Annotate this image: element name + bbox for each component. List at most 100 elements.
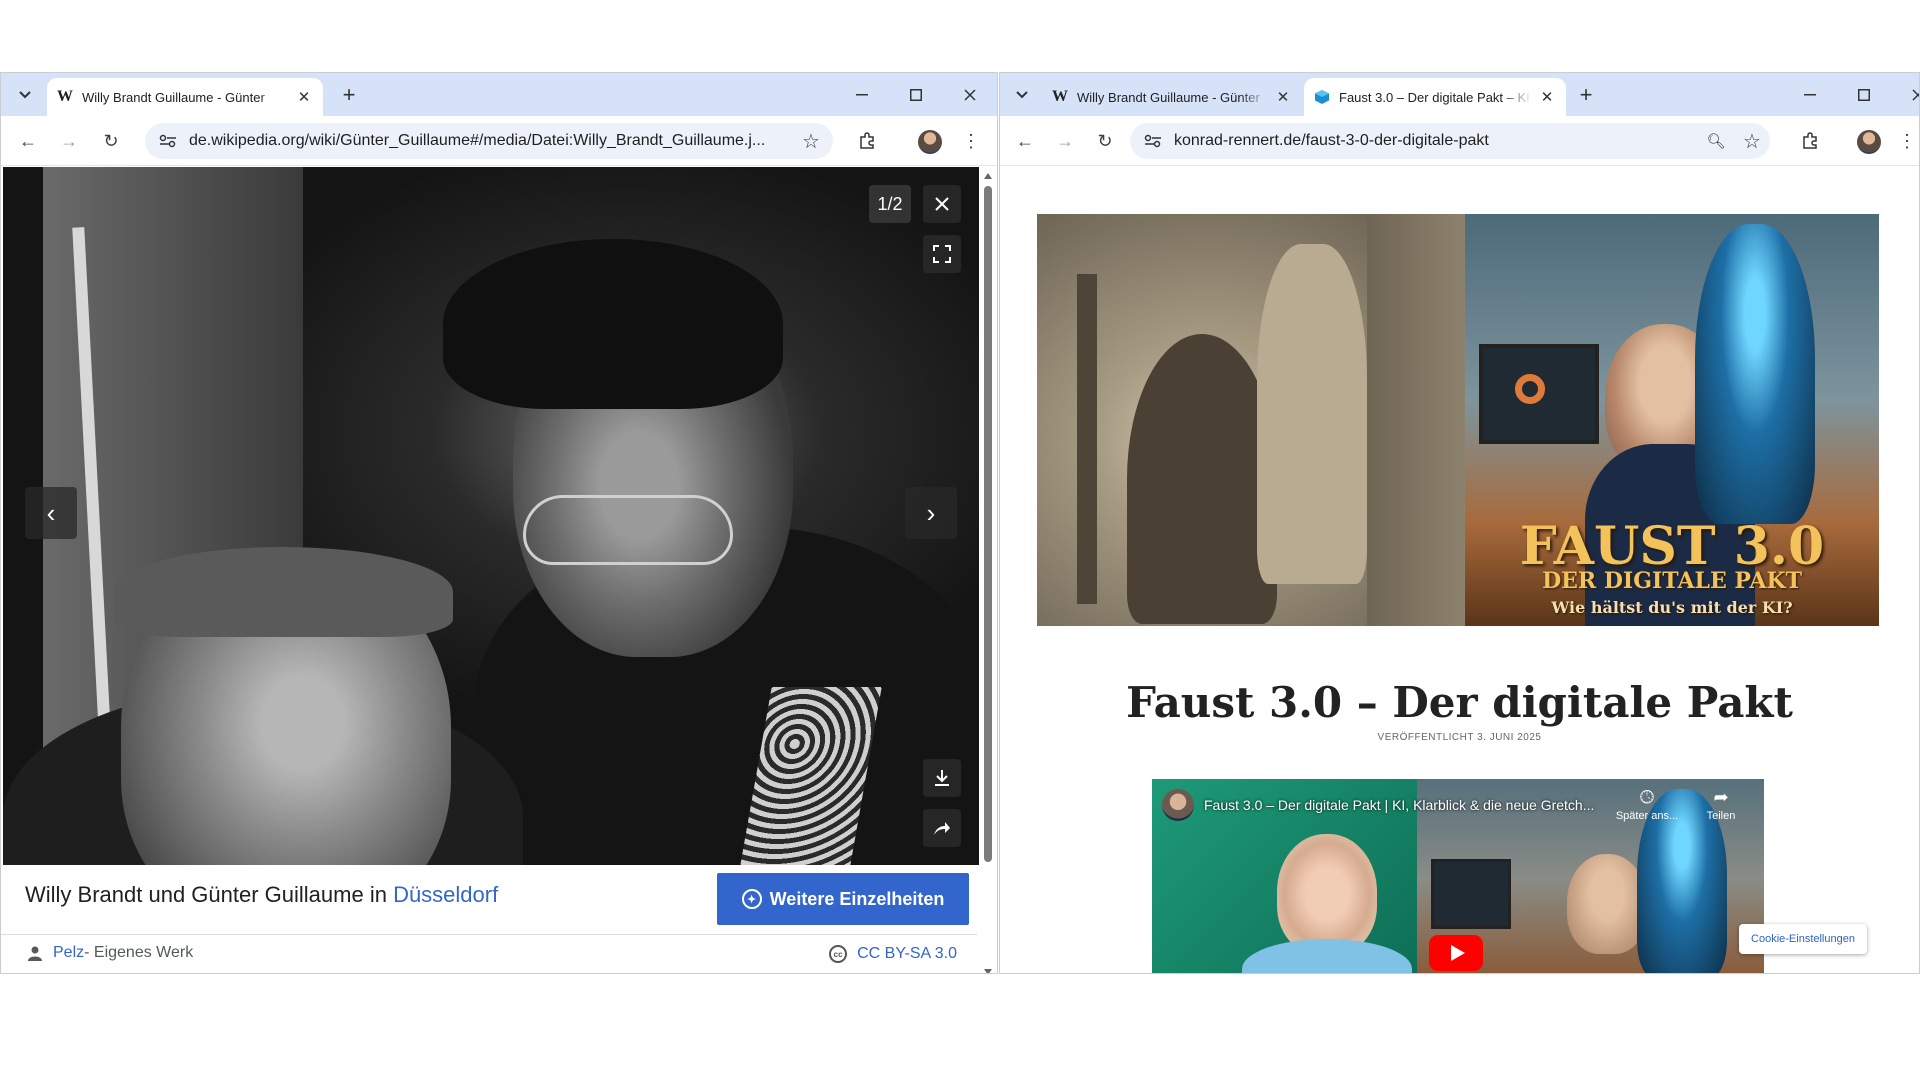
etching-mephisto-figure	[1257, 244, 1367, 584]
fullscreen-button[interactable]	[923, 235, 961, 273]
chevron-down-icon	[1016, 91, 1028, 99]
author-link[interactable]: Pelz	[53, 944, 84, 962]
back-button[interactable]: ←	[14, 127, 42, 155]
share-button[interactable]	[923, 809, 961, 847]
browser-window-faust: W Willy Brandt Guillaume - Günter ✕ Faus…	[999, 72, 1920, 974]
extensions-button[interactable]	[1796, 127, 1824, 155]
minimize-icon	[1804, 93, 1816, 95]
license-link[interactable]: cc CC BY-SA 3.0	[829, 945, 957, 963]
etching-background-right	[1367, 214, 1465, 626]
back-button[interactable]: ←	[1011, 127, 1039, 155]
close-window-button[interactable]	[1891, 73, 1919, 116]
new-tab-button[interactable]: +	[335, 81, 363, 109]
etching-chair-post	[1077, 274, 1097, 604]
youtube-embed[interactable]: Faust 3.0 – Der digitale Pakt | KI, Klar…	[1152, 779, 1764, 973]
zoom-icon[interactable]: 🔍︎	[1698, 132, 1734, 150]
maximize-icon	[1858, 88, 1870, 101]
video-woman-body	[1242, 939, 1412, 973]
browser-menu-button[interactable]: ⋮	[957, 127, 985, 155]
extensions-button[interactable]	[853, 127, 881, 155]
wikipedia-favicon-icon: W	[57, 88, 73, 105]
maximize-button[interactable]	[1837, 73, 1891, 116]
scrollbar[interactable]	[983, 172, 993, 974]
scroll-down-arrow-icon[interactable]	[983, 968, 993, 974]
browser-menu-button[interactable]: ⋮	[1893, 127, 1919, 155]
address-bar[interactable]: konrad-rennert.de/faust-3-0-der-digitale…	[1130, 123, 1770, 159]
media-counter-text: 1/2	[877, 193, 903, 214]
browser-toolbar: ← → ↻ de.wikipedia.org/wiki/Günter_Guill…	[1, 116, 997, 166]
scene-ai-robot	[1695, 224, 1815, 524]
youtube-play-button[interactable]	[1429, 935, 1483, 971]
clock-icon: 🕓︎	[1639, 787, 1655, 807]
profile-avatar[interactable]	[918, 130, 942, 154]
photo-guillaume-hair	[443, 239, 783, 409]
scroll-up-arrow-icon[interactable]	[983, 172, 993, 180]
next-image-button[interactable]: ›	[905, 487, 957, 539]
channel-avatar[interactable]	[1162, 789, 1194, 821]
forward-button[interactable]: →	[1051, 127, 1079, 155]
tab-search-button[interactable]	[1008, 81, 1036, 109]
tab-search-button[interactable]	[11, 81, 39, 109]
fullscreen-icon	[933, 245, 951, 263]
video-woman-face	[1277, 834, 1377, 954]
address-bar[interactable]: de.wikipedia.org/wiki/Günter_Guillaume#/…	[145, 123, 833, 159]
puzzle-icon	[860, 132, 874, 149]
minimize-icon	[856, 93, 868, 95]
etching-faust-figure	[1127, 334, 1277, 624]
wikipedia-favicon-icon: W	[1052, 88, 1068, 105]
url-text: de.wikipedia.org/wiki/Günter_Guillaume#/…	[189, 132, 766, 149]
share-label: Teilen	[1706, 810, 1736, 822]
reload-icon: ↻	[103, 130, 119, 151]
hero-image: FAUST 3.0 DER DIGITALE PAKT Wie hältst d…	[1037, 214, 1879, 626]
media-caption: Willy Brandt und Günter Guillaume in Düs…	[25, 882, 498, 908]
close-window-button[interactable]	[943, 73, 997, 116]
license-text: CC BY-SA 3.0	[857, 945, 957, 962]
watch-later-button[interactable]: 🕓︎ Später ans...	[1612, 787, 1682, 822]
close-icon	[935, 197, 949, 211]
scene-monitor-chart	[1515, 374, 1545, 404]
arrow-left-icon: ←	[1016, 130, 1034, 151]
media-counter: 1/2	[869, 185, 911, 223]
webpage-content: FAUST 3.0 DER DIGITALE PAKT Wie hältst d…	[1000, 166, 1919, 973]
site-settings-icon[interactable]	[1144, 134, 1162, 148]
tab-strip: W Willy Brandt Guillaume - Günter ✕ +	[1, 73, 997, 116]
tab-title: Willy Brandt Guillaume - Günter	[82, 89, 265, 105]
wikipedia-media-viewer: 1/2 ‹ › Willy Brandt und Günter Guillaum…	[1, 166, 997, 973]
window-controls	[835, 73, 997, 116]
video-share-button[interactable]: ➦ Teilen	[1686, 787, 1756, 822]
site-settings-icon[interactable]	[159, 134, 177, 148]
bookmark-star-icon[interactable]: ☆	[1734, 129, 1770, 154]
profile-avatar[interactable]	[1857, 130, 1881, 154]
tab-close-icon[interactable]: ✕	[295, 88, 313, 106]
share-arrow-icon: ➦	[1713, 787, 1729, 807]
cookie-settings-button[interactable]: Cookie-Einstellungen	[1739, 924, 1867, 954]
minimize-button[interactable]	[835, 73, 889, 116]
tab-faust[interactable]: Faust 3.0 – Der digitale Pakt – KI ✕	[1304, 78, 1566, 116]
tab-close-icon[interactable]: ✕	[1538, 88, 1556, 106]
cube-favicon-icon	[1314, 89, 1330, 105]
caption-link-duesseldorf[interactable]: Düsseldorf	[393, 882, 498, 907]
download-button[interactable]	[923, 759, 961, 797]
forward-button[interactable]: →	[55, 127, 83, 155]
tab-close-icon[interactable]: ✕	[1274, 88, 1292, 106]
tab-wikipedia[interactable]: W Willy Brandt Guillaume - Günter ✕	[1042, 78, 1302, 116]
reload-button[interactable]: ↻	[1091, 127, 1119, 155]
close-viewer-button[interactable]	[923, 185, 961, 223]
puzzle-icon	[1803, 132, 1817, 149]
more-details-button[interactable]: ✦ Weitere Einzelheiten	[717, 873, 969, 925]
new-tab-button[interactable]: +	[1572, 81, 1600, 109]
plus-icon: +	[342, 82, 356, 107]
minimize-button[interactable]	[1783, 73, 1837, 116]
reload-button[interactable]: ↻	[97, 127, 125, 155]
previous-image-button[interactable]: ‹	[25, 487, 77, 539]
share-icon	[934, 822, 950, 835]
hero-tagline: Wie hältst du's mit der KI?	[1551, 598, 1793, 617]
tab-wikipedia[interactable]: W Willy Brandt Guillaume - Günter ✕	[47, 78, 323, 116]
photo-brandt-hair	[113, 547, 453, 637]
video-title[interactable]: Faust 3.0 – Der digitale Pakt | KI, Klar…	[1204, 797, 1594, 813]
close-icon	[964, 88, 976, 101]
bookmark-star-icon[interactable]: ☆	[789, 129, 833, 154]
scrollbar-thumb[interactable]	[984, 186, 992, 862]
maximize-button[interactable]	[889, 73, 943, 116]
photo-glasses	[523, 495, 733, 565]
